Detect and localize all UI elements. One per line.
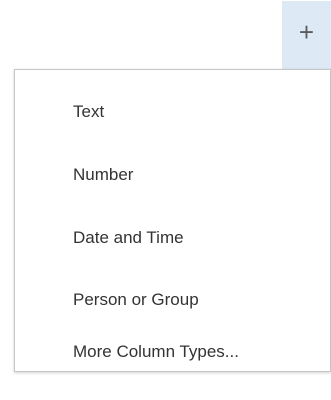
column-type-menu: Text Number Date and Time Person or Grou… xyxy=(14,69,331,372)
menu-item-label: Text xyxy=(73,102,105,121)
menu-item-number[interactable]: Number xyxy=(15,145,330,205)
page: + Text Number Date and Time Person or Gr… xyxy=(0,0,331,400)
plus-icon: + xyxy=(298,17,315,47)
menu-item-date-and-time[interactable]: Date and Time xyxy=(15,208,330,268)
menu-item-label: More Column Types... xyxy=(73,342,239,361)
menu-item-more-column-types[interactable]: More Column Types... xyxy=(15,332,330,372)
menu-item-person-or-group[interactable]: Person or Group xyxy=(15,270,330,330)
menu-item-text[interactable]: Text xyxy=(15,82,330,142)
menu-item-label: Number xyxy=(73,165,134,184)
menu-item-label: Date and Time xyxy=(73,228,184,247)
menu-item-label: Person or Group xyxy=(73,290,199,309)
add-column-button[interactable]: + xyxy=(282,1,331,69)
